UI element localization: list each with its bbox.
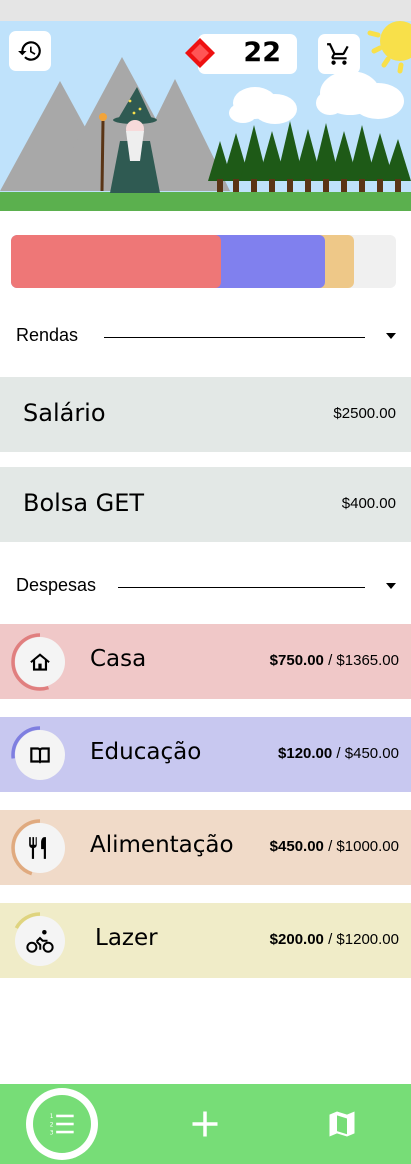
expense-separator: / <box>323 931 337 948</box>
expense-name: Casa <box>90 646 147 672</box>
shop-button[interactable] <box>318 34 360 74</box>
bottom-navigation: 1 2 3 <box>0 1084 411 1164</box>
caret-down-icon <box>386 583 396 589</box>
history-button[interactable] <box>9 31 51 71</box>
map-icon <box>329 1111 355 1137</box>
expense-section-label: Despesas <box>16 575 97 595</box>
expense-progress-ring <box>10 911 70 971</box>
income-section-header[interactable]: Rendas <box>0 317 411 357</box>
expense-name: Alimentação <box>90 832 234 858</box>
income-row[interactable]: Bolsa GET $400.00 <box>0 467 411 542</box>
nav-list-button[interactable]: 1 2 3 <box>26 1088 98 1160</box>
plus-icon <box>192 1111 218 1137</box>
bike-icon <box>26 930 54 953</box>
income-name: Bolsa GET <box>23 489 145 517</box>
expense-name: Educação <box>90 739 202 765</box>
budget-segment <box>11 235 221 288</box>
expense-separator: / <box>323 652 337 669</box>
expense-budget: $450.00 <box>344 745 399 762</box>
gem-count: 22 <box>243 37 281 68</box>
expense-progress-ring <box>10 818 70 878</box>
expense-amounts: $450.00 / $1000.00 <box>270 838 399 855</box>
expense-row-casa[interactable]: Casa $750.00 / $1365.00 <box>0 624 411 699</box>
income-amount: $2500.00 <box>333 405 396 422</box>
income-section-label: Rendas <box>16 325 79 345</box>
expense-budget: $1200.00 <box>336 931 399 948</box>
expense-row-alimentacao[interactable]: Alimentação $450.00 / $1000.00 <box>0 810 411 885</box>
income-row[interactable]: Salário $2500.00 <box>0 377 411 452</box>
expense-row-educacao[interactable]: Educação $120.00 / $450.00 <box>0 717 411 792</box>
book-icon <box>30 747 50 764</box>
add-button[interactable] <box>185 1104 225 1144</box>
expense-spent: $750.00 <box>269 652 324 669</box>
expense-spent: $120.00 <box>278 745 333 762</box>
expense-section-header[interactable]: Despesas <box>0 567 411 607</box>
expense-spent: $200.00 <box>269 931 324 948</box>
divider <box>118 587 365 588</box>
numbered-list-icon: 1 2 3 <box>50 1114 74 1137</box>
expense-name: Lazer <box>95 925 158 951</box>
expense-separator: / <box>323 838 337 855</box>
caret-down-icon <box>386 333 396 339</box>
svg-text:1: 1 <box>50 1114 54 1120</box>
expense-progress-ring <box>10 725 70 785</box>
expense-spent: $450.00 <box>269 838 324 855</box>
divider <box>104 337 365 338</box>
gem-icon <box>184 37 216 74</box>
expense-separator: / <box>332 745 345 762</box>
income-name: Salário <box>23 399 106 427</box>
expense-budget: $1000.00 <box>336 838 399 855</box>
history-icon <box>18 41 41 61</box>
cart-icon <box>327 43 349 65</box>
map-button[interactable] <box>322 1104 362 1144</box>
status-bar <box>0 0 411 21</box>
expense-amounts: $120.00 / $450.00 <box>278 745 399 762</box>
svg-text:3: 3 <box>50 1131 54 1137</box>
budget-progress-bar <box>11 235 396 288</box>
expense-amounts: $750.00 / $1365.00 <box>270 652 399 669</box>
sun-icon <box>367 21 411 74</box>
expense-row-lazer[interactable]: Lazer $200.00 / $1200.00 <box>0 903 411 978</box>
restaurant-icon <box>29 837 46 859</box>
expense-budget: $1365.00 <box>336 652 399 669</box>
home-icon <box>30 653 50 671</box>
expense-progress-ring <box>10 632 70 692</box>
expense-amounts: $200.00 / $1200.00 <box>270 931 399 948</box>
income-amount: $400.00 <box>341 495 396 512</box>
svg-text:2: 2 <box>50 1122 54 1128</box>
